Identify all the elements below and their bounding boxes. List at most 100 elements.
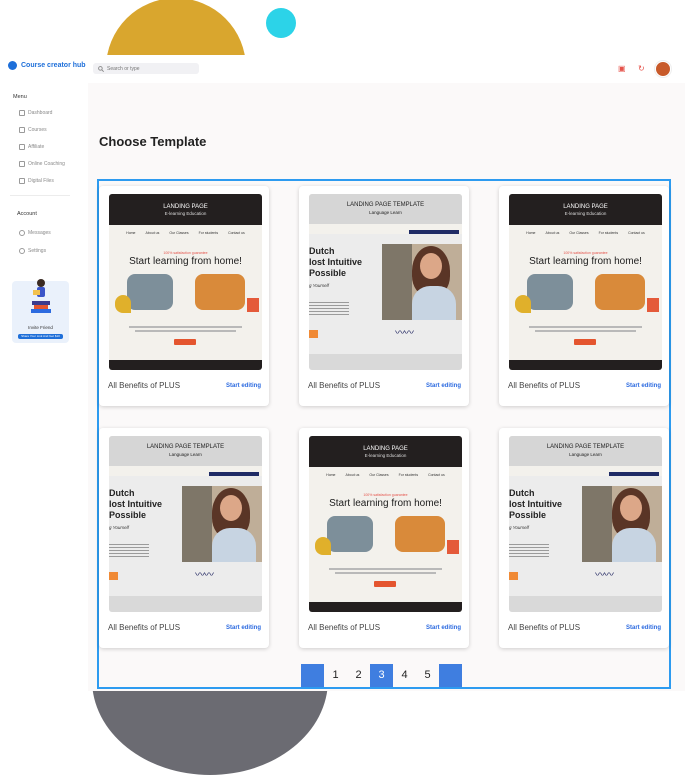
page-4-button[interactable]: 4 (393, 664, 416, 687)
link-icon (19, 144, 25, 150)
template-caption: All Benefits of PLUS (508, 623, 581, 632)
sidebar-item-digital-files[interactable]: Digital Files (19, 178, 54, 184)
sidebar-divider (10, 195, 70, 196)
template-title: LANDING PAGE (363, 446, 408, 452)
brand-logo[interactable]: Course creator hub (8, 61, 86, 70)
sidebar-item-dashboard[interactable]: Dashboard (19, 110, 52, 116)
search-box[interactable] (93, 63, 199, 74)
decorative-shape (647, 298, 659, 312)
hero-line: Possible (509, 510, 547, 520)
template-tagline: 100% satisfaction guarantee (163, 251, 208, 255)
photo-shirt (212, 528, 256, 562)
template-thumbnail[interactable]: LANDING PAGE E-learning Education Home Abou… (509, 194, 662, 370)
page-5-button[interactable]: 5 (416, 664, 439, 687)
sidebar-item-online-coaching[interactable]: Online Coaching (19, 161, 65, 167)
template-photo (382, 244, 462, 320)
template-search-bar (609, 472, 659, 476)
template-image (395, 516, 445, 552)
template-photo (582, 486, 662, 562)
gift-icon[interactable]: ▣ (618, 64, 626, 73)
template-nav: Home About us Our Classes For students Conta… (109, 231, 262, 235)
sidebar-item-settings[interactable]: Settings (19, 248, 46, 254)
template-cta (574, 339, 596, 345)
template-headline: Start learning from home! (529, 256, 642, 267)
page-2-button[interactable]: 2 (347, 664, 370, 687)
template-card[interactable]: LANDING PAGE E-learning Education Home Abou… (499, 186, 669, 406)
sidebar-item-affiliate[interactable]: Affiliate (19, 144, 44, 150)
template-footer (309, 354, 462, 370)
template-cta (174, 339, 196, 345)
start-editing-link[interactable]: Start editing (426, 383, 461, 389)
next-page-button[interactable] (439, 664, 462, 687)
template-thumbnail[interactable]: LANDING PAGE E-learning Education Home Abou… (109, 194, 262, 370)
template-text-line (335, 572, 436, 574)
bookshelf (382, 244, 412, 320)
pagination: 1 2 3 4 5 (301, 664, 462, 687)
decorative-shape (115, 295, 131, 313)
template-card[interactable]: LANDING PAGE TEMPLATE Language Learn Dutch… (299, 186, 469, 406)
template-image (527, 274, 573, 310)
template-hero-sub: g Yourself (309, 283, 329, 288)
template-text-lines (109, 544, 149, 558)
start-editing-link[interactable]: Start editing (426, 625, 461, 631)
template-nav-item: For students (398, 473, 419, 477)
start-editing-link[interactable]: Start editing (226, 625, 261, 631)
search-icon (98, 65, 104, 72)
sidebar-item-courses[interactable]: Courses (19, 127, 47, 133)
template-card[interactable]: LANDING PAGE E-learning Education Home Abou… (99, 186, 269, 406)
hero-line: Dutch (509, 488, 535, 498)
template-card[interactable]: LANDING PAGE TEMPLATE Language Learn Dutch… (499, 428, 669, 648)
template-header: LANDING PAGE E-learning Education (309, 436, 462, 467)
template-hero-text: Dutch lost Intuitive Possible (109, 488, 162, 521)
template-cta (309, 330, 318, 338)
bookshelf (182, 486, 212, 562)
hero-line: Possible (109, 510, 147, 520)
template-nav-item: Our Classes (369, 473, 389, 477)
template-hero-sub: g Yourself (109, 525, 129, 530)
monitor-icon (19, 127, 25, 133)
template-header: LANDING PAGE TEMPLATE Language Learn (509, 436, 662, 466)
page-1-button[interactable]: 1 (324, 664, 347, 687)
start-editing-link[interactable]: Start editing (626, 625, 661, 631)
template-text-line (129, 326, 242, 328)
refresh-icon[interactable]: ↻ (638, 64, 645, 73)
template-nav-item: Home (326, 473, 336, 477)
template-caption: All Benefits of PLUS (308, 381, 381, 390)
reading-person-illustration (31, 279, 51, 313)
template-card[interactable]: LANDING PAGE E-learning Education Home Abou… (299, 428, 469, 648)
decorative-shape (315, 537, 331, 555)
photo-face (620, 495, 642, 521)
template-nav-item: Home (526, 231, 536, 235)
template-image (195, 274, 245, 310)
previous-page-button[interactable] (301, 664, 324, 687)
menu-section-title: Menu (13, 94, 27, 100)
template-nav-item: Contact us (628, 231, 645, 235)
template-subtitle: E-learning Education (564, 211, 607, 216)
template-thumbnail[interactable]: LANDING PAGE TEMPLATE Language Learn Dutch… (109, 436, 262, 612)
photo-shirt (412, 286, 456, 320)
template-subtitle: Language Learn (369, 210, 402, 215)
template-footer (509, 360, 662, 370)
template-image (327, 516, 373, 552)
template-title: LANDING PAGE TEMPLATE (146, 444, 225, 450)
invite-friend-title: Invite Friend (28, 325, 53, 330)
start-editing-link[interactable]: Start editing (226, 383, 261, 389)
hero-line: Possible (309, 268, 347, 278)
template-cta (109, 572, 118, 580)
search-input[interactable] (107, 65, 197, 72)
decorative-shape (247, 298, 259, 312)
sidebar-item-messages[interactable]: Messages (19, 230, 51, 236)
template-thumbnail[interactable]: LANDING PAGE E-learning Education Home Abou… (309, 436, 462, 612)
template-thumbnail[interactable]: LANDING PAGE TEMPLATE Language Learn Dutch… (509, 436, 662, 612)
message-icon (19, 230, 25, 236)
template-footer (109, 596, 262, 612)
template-thumbnail[interactable]: LANDING PAGE TEMPLATE Language Learn Dutch… (309, 194, 462, 370)
template-header: LANDING PAGE E-learning Education (509, 194, 662, 225)
page-3-button[interactable]: 3 (370, 664, 393, 687)
template-nav-item: Home (126, 231, 136, 235)
share-link-button[interactable]: Share Your Link And Get $10 (18, 334, 63, 339)
avatar[interactable] (655, 61, 671, 77)
page-title: Choose Template (99, 134, 207, 149)
template-card[interactable]: LANDING PAGE TEMPLATE Language Learn Dutch… (99, 428, 269, 648)
start-editing-link[interactable]: Start editing (626, 383, 661, 389)
